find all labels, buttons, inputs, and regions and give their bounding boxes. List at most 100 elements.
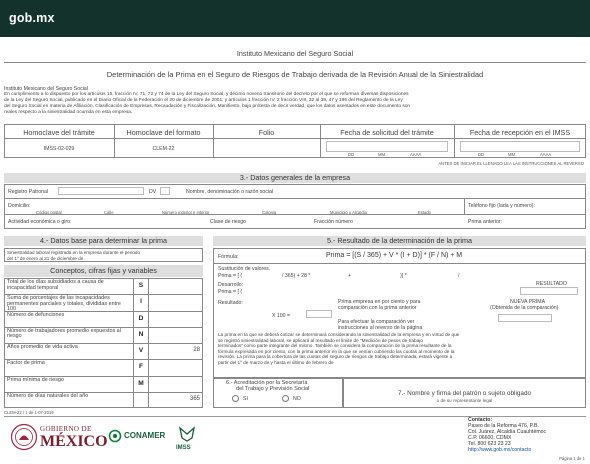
note-line-6: partir del 1º de marzo de y hasta el últ… [218,359,334,365]
imss-eagle-icon [177,424,197,444]
desarrollo-label: Desarrollo: [218,282,244,288]
note-line-2: se registró siniestralidad laboral, se a… [218,337,423,343]
nombre-label: Nombre, denominación o razón social [186,189,274,195]
header-table-divider [4,138,586,139]
note-line-4: fórmula expresada en por ciento, con la … [218,348,455,354]
section-4-title: 4.- Datos base para determinar la prima [4,236,203,246]
date-part-aaaa: AAAA [410,152,422,157]
acreditacion-si-label: SI [243,396,248,402]
fecha-recepcion-field[interactable] [460,141,580,152]
section-5-title: 5.- Resultado de la determinación de la … [213,236,586,246]
institute-title: Instituto Mexicano del Seguro Social [236,49,354,58]
acreditacion-si-radio[interactable] [232,395,239,402]
gobierno-mexico-logo-line-2: MÉXICO [40,433,108,450]
sec3-divider [4,198,586,199]
concepto-label: Número de defunciones [7,311,65,318]
section-6-line-2: del Trabajo y Previsión Social [236,386,310,392]
concepto-letter: I [140,298,142,306]
domicilio-label: Domicilio: [8,203,31,209]
instructions-note: ANTES DE INICIAR EL LLENADO LEA LAS INST… [438,161,584,166]
prima-eq-label-2: Prima = [ ( [218,289,243,295]
x100-field[interactable] [306,310,332,318]
intro-line-1: En cumplimiento a lo dispuesto por los a… [4,92,409,97]
conamer-logo: CONAMER [124,431,166,440]
dv-field[interactable] [160,187,170,195]
x100-label: X 100 = [272,313,291,319]
sec5-divider [213,263,586,264]
concepto-value-field[interactable]: 28 [150,347,200,353]
registro-patronal-field[interactable] [58,187,144,195]
prima-anterior-label: Prima anterior: [468,219,503,225]
concepto-label: Prima mínima de riesgo [7,376,64,383]
prima-eq-label: Prima = [ ( [218,273,243,279]
note-line-3: terminados" como parte integrante del mi… [218,343,452,348]
note-line-1: La prima en la que se deberá cotizar se … [218,332,460,337]
title-divider [4,62,586,63]
concepto-value-field[interactable]: 365 [150,396,200,402]
concepto-letter: N [138,330,144,338]
col-fecha-recepcion: Fecha de recepción en el IMSS [469,128,571,137]
nueva-prima-field[interactable] [498,314,552,322]
actividad-label: Actividad económica o giro: [8,219,72,225]
formula-den-365: / 365) + 28 * [282,273,311,279]
concepto-letter: D [138,314,144,322]
registro-patronal-label: Registro Patronal [8,189,49,195]
gobierno-mexico-logo-line-1: GOBIERNO DE [40,425,92,433]
resultado-label: Resultado: [218,300,243,306]
homoclave-tramite-value: IMSS-02-029 [43,146,75,152]
resultado-field[interactable] [520,287,578,295]
homoclave-formato-value: CLEM-22 [152,146,175,152]
concepto-label: Años promedio de vida activa [7,344,78,350]
note-line-5: revisión. La prima para la cobertura de … [218,354,453,359]
conceptos-title: Conceptos, cifras fijas y variables [4,265,203,277]
col-homoclave-tramite: Homoclave del trámite [23,128,95,137]
contact-link[interactable]: http://www.gob.mx/contacto [468,447,531,453]
footer-divider [4,416,586,417]
fecha-solicitud-field[interactable] [326,141,448,152]
section-3-title: 3.- Datos generales de la empresa [4,173,586,183]
dv-label: DV [149,189,157,195]
section-7-line-1: 7.- Nombre y firma del patrón o sujeto o… [397,390,532,397]
acreditacion-no-radio[interactable] [282,395,289,402]
concepto-label: Factor de prima [7,360,45,367]
intro-line-4: reales respecto a la siniestralidad ocur… [4,110,133,115]
concepto-label: Número de días naturales del año [7,392,89,399]
col-folio: Folio [258,128,275,137]
date-part-mm: MM [508,152,515,157]
formula-close: )] * [400,273,407,279]
intro-line-2: de la Ley del Seguro Social, publicado e… [4,98,403,103]
col-fecha-solicitud: Fecha de solicitud del trámite [340,128,434,137]
conamer-icon [108,429,122,443]
prima-empresa-line-2: comparación con la prima anterior [338,305,417,311]
acreditacion-no-label: NO [293,396,301,402]
intro-line-3: del Seguro Social en materia de Afiliaci… [4,104,411,109]
date-part-mm: MM [378,152,385,157]
gob-mx-logo[interactable]: gob.mx [9,11,55,25]
concepto-letter: M [138,379,144,387]
sec3-col-sep [464,198,465,214]
formula-plus: + [348,273,352,279]
imss-logo: IMSS [176,445,191,451]
sustitucion-label: Sustitución de valores. [218,266,271,272]
concepto-letter: V [138,347,144,354]
concepto-label: Número de trabajadores promedio expuesto… [7,327,121,340]
form-title: Determinación de la Prima en el Seguro d… [106,70,484,79]
telefono-label: Teléfono fijo (lada y número): [468,203,535,209]
section-7-line-2: o de su representante legal [436,398,493,403]
date-part-dd: DD [348,152,355,157]
concepto-label: Total de los días subsidiados a causa de… [7,279,104,291]
nueva-prima-sub: (Obtenida de la comparación) [490,305,559,311]
clase-riesgo-label: Clase de riesgo [210,219,247,225]
form-code: CLEM-22 / 1 de 1-07-2019 [4,410,54,415]
page-number: Página 1 de 1 [559,456,585,461]
formula-text: Prima = [(S / 365) + V * (I + D)] * (F /… [326,252,463,259]
siniestralidad-line-1: Siniestralidad laboral registrada en la … [7,250,141,255]
date-part-aaaa: AAAA [540,152,552,157]
col-homoclave-formato: Homoclave del formato [126,128,201,137]
formula-label: Fórmula: [218,254,239,260]
concepto-letter: S [138,282,144,289]
siniestralidad-line-2: del 1º de enero al 31 de diciembre de [7,255,84,261]
mexico-seal-icon [10,423,38,451]
date-part-dd: DD [478,152,485,157]
sec3-divider [4,214,586,215]
